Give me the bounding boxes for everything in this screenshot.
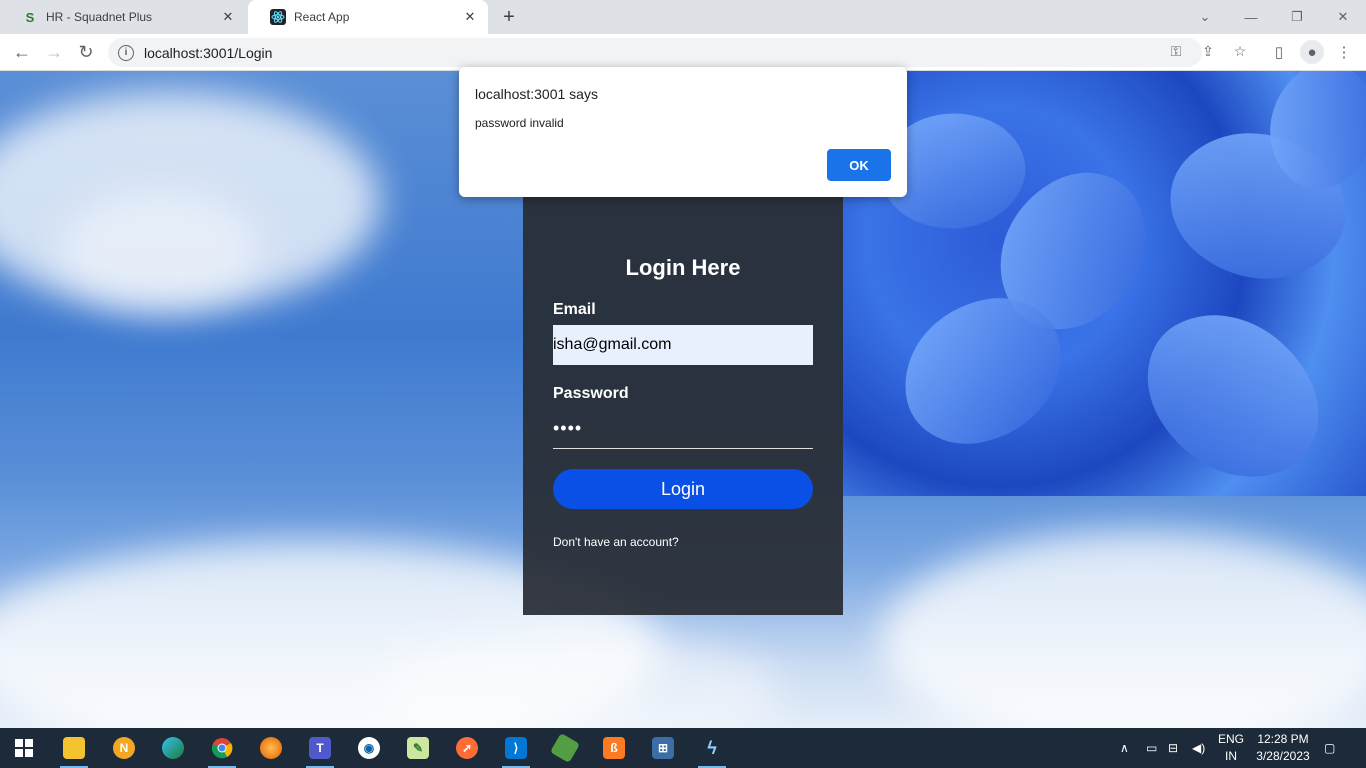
side-panel-icon[interactable]: ▯ xyxy=(1267,40,1291,64)
login-title: Login Here xyxy=(625,255,741,280)
password-field[interactable]: •••• xyxy=(553,409,813,449)
key-icon[interactable]: ⚿ xyxy=(1166,41,1186,61)
forward-icon[interactable]: → xyxy=(40,38,68,66)
url-text: localhost:3001/Login xyxy=(144,44,273,61)
back-icon[interactable]: ← xyxy=(8,38,36,66)
new-tab-button[interactable]: + xyxy=(498,6,520,28)
tab-hr-squadnet[interactable]: S HR - Squadnet Plus ✕ xyxy=(0,0,246,34)
file-explorer-icon[interactable] xyxy=(54,732,94,768)
network-app-icon[interactable]: ⊞ xyxy=(643,732,683,764)
meet-now-icon[interactable]: ▭ xyxy=(1146,728,1157,768)
dialog-title: localhost:3001 says xyxy=(475,86,598,102)
flower-image xyxy=(843,71,1366,496)
minimize-icon[interactable]: — xyxy=(1228,0,1274,34)
windows-icon xyxy=(15,739,33,757)
start-button[interactable] xyxy=(4,732,44,764)
tab-search-icon[interactable]: ⌄ xyxy=(1182,0,1228,34)
postman-icon[interactable]: ➚ xyxy=(447,732,487,764)
tab-strip: S HR - Squadnet Plus ✕ React App ✕ + ⌄ —… xyxy=(0,0,1366,34)
share-icon[interactable]: ⇪ xyxy=(1198,41,1218,61)
bookmark-star-icon[interactable]: ☆ xyxy=(1230,41,1250,61)
email-label: Email xyxy=(553,301,596,318)
alert-dialog: localhost:3001 says password invalid OK xyxy=(459,67,907,197)
email-field[interactable]: isha@gmail.com xyxy=(553,325,813,365)
close-tab-icon[interactable]: ✕ xyxy=(220,9,236,25)
tab-react-app[interactable]: React App ✕ xyxy=(248,0,488,34)
restore-icon[interactable]: ❐ xyxy=(1274,0,1320,34)
signup-link[interactable]: Don't have an account? xyxy=(553,535,679,549)
clock-time: 12:28 PM xyxy=(1257,732,1309,746)
thunder-client-icon[interactable]: ϟ xyxy=(692,732,732,768)
norton-icon[interactable]: N xyxy=(104,732,144,764)
xampp-icon[interactable]: ß xyxy=(594,732,634,764)
lang-code: ENG xyxy=(1217,732,1244,746)
profile-avatar-icon[interactable]: ● xyxy=(1300,40,1324,64)
firefox-icon[interactable] xyxy=(251,732,291,764)
ok-button[interactable]: OK xyxy=(827,149,891,181)
close-window-icon[interactable]: ✕ xyxy=(1320,0,1366,34)
language-indicator[interactable]: ENG IN xyxy=(1214,731,1248,765)
close-tab-icon[interactable]: ✕ xyxy=(462,9,478,25)
show-hidden-icons-icon[interactable]: ∧ xyxy=(1120,728,1129,768)
login-button[interactable]: Login xyxy=(553,469,813,509)
address-bar[interactable]: i localhost:3001/Login xyxy=(108,38,1202,67)
site-info-icon[interactable]: i xyxy=(118,44,134,61)
password-label: Password xyxy=(553,385,629,402)
squadnet-favicon-icon: S xyxy=(25,9,35,25)
clock-date: 3/28/2023 xyxy=(1256,749,1310,763)
edge-icon[interactable] xyxy=(153,732,193,764)
browser-toolbar: ← → ↻ i localhost:3001/Login ⚿ ⇪ ☆ ▯ ● ⋮ xyxy=(0,34,1366,71)
network-icon[interactable]: ⊟ xyxy=(1168,728,1178,768)
notifications-icon[interactable]: ▢ xyxy=(1324,728,1335,768)
taskbar: N T ◉ ✎ ➚ ⟩ ß ⊞ ϟ ∧ ▭ ⊟ ◀) ENG IN 12:28 … xyxy=(0,728,1366,768)
notepad-plus-icon[interactable]: ✎ xyxy=(398,732,438,764)
lang-region: IN xyxy=(1225,749,1237,763)
chrome-icon[interactable] xyxy=(202,732,242,768)
reload-icon[interactable]: ↻ xyxy=(72,38,100,66)
menu-kebab-icon[interactable]: ⋮ xyxy=(1332,40,1356,64)
outlook-icon[interactable]: ◉ xyxy=(349,732,389,764)
nodejs-icon[interactable] xyxy=(545,732,585,764)
clock[interactable]: 12:28 PM 3/28/2023 xyxy=(1248,731,1318,765)
tab-title: HR - Squadnet Plus xyxy=(46,10,153,24)
teams-icon[interactable]: T xyxy=(300,732,340,768)
react-icon xyxy=(270,9,286,25)
tab-title: React App xyxy=(294,10,350,24)
volume-icon[interactable]: ◀) xyxy=(1192,728,1205,768)
dialog-message: password invalid xyxy=(475,116,564,130)
login-card: Login Here Email isha@gmail.com Password… xyxy=(523,197,843,615)
vscode-icon[interactable]: ⟩ xyxy=(496,732,536,768)
